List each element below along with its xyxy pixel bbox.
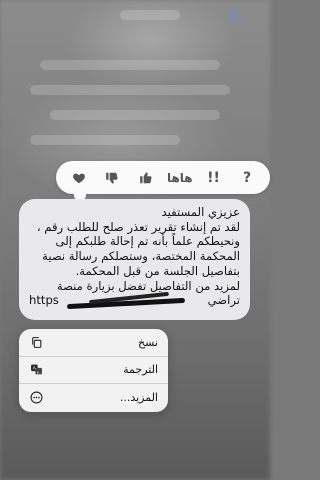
menu-item-label: المزيد... xyxy=(119,391,158,405)
message-line: عزيزي المستفيد xyxy=(161,205,240,219)
svg-text:A: A xyxy=(32,366,35,372)
message-line: لمزيد من التفاصيل تفضل بزيارة منصة xyxy=(56,278,240,293)
haha-icon[interactable]: هاها xyxy=(167,165,193,191)
menu-item-label: الترجمة xyxy=(123,363,158,377)
blurred-content xyxy=(40,60,220,70)
message-line: ونحيطكم علماً بأنه تم إحالة طلبكم إلى xyxy=(55,234,240,249)
exclamation-icon[interactable]: !! xyxy=(200,165,226,191)
blurred-content xyxy=(228,10,242,24)
message-line: بتفاصيل الجلسة من قبل المحكمة. xyxy=(75,263,240,278)
menu-item-copy[interactable]: نسخ xyxy=(19,329,168,357)
blurred-content xyxy=(50,110,220,120)
context-menu: نسخ Aع الترجمة المزيد... xyxy=(19,329,168,412)
heart-icon[interactable] xyxy=(66,165,92,191)
more-icon xyxy=(29,391,43,405)
copy-icon xyxy=(29,335,43,349)
question-icon[interactable]: ? xyxy=(234,165,260,191)
url-prefix[interactable]: https xyxy=(29,293,59,307)
menu-item-label: نسخ xyxy=(138,335,158,349)
thumbs-up-icon[interactable] xyxy=(133,165,159,191)
message-line: لقد تم إنشاء تقرير تعذر صلح للطلب رقم ، xyxy=(36,219,240,234)
message-url-line: https تراضي xyxy=(29,292,240,310)
blurred-content xyxy=(120,10,180,20)
message-line: تراضي xyxy=(207,293,240,308)
translate-icon: Aع xyxy=(29,363,43,377)
message-line: المحكمة المختصة، وستصلكم رسالة نصية xyxy=(42,249,240,264)
menu-item-more[interactable]: المزيد... xyxy=(19,384,168,412)
tapback-bar: هاها !! ? xyxy=(56,161,270,207)
blurred-content xyxy=(30,135,180,145)
blurred-content xyxy=(30,85,230,95)
menu-item-translate[interactable]: Aع الترجمة xyxy=(19,357,168,385)
message-bubble[interactable]: عزيزي المستفيد لقد تم إنشاء تقرير تعذر ص… xyxy=(19,199,250,320)
thumbs-down-icon[interactable] xyxy=(99,165,125,191)
